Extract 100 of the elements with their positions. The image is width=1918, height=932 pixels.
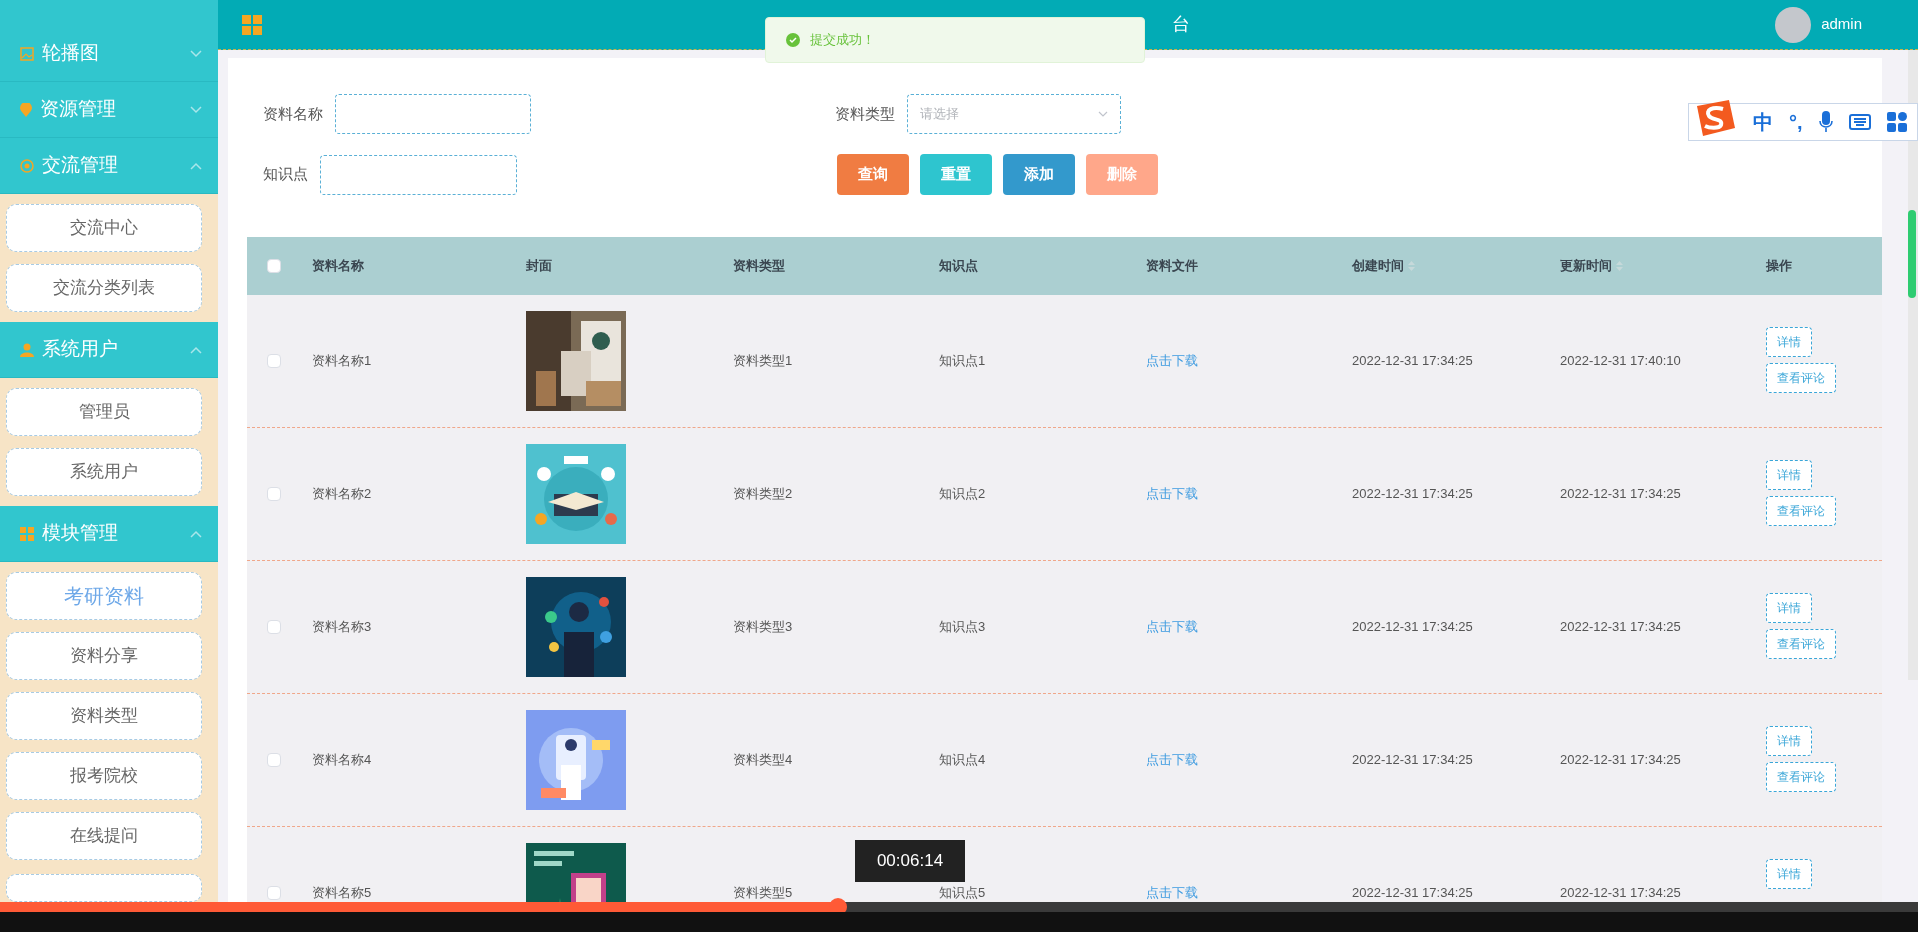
column-header: 创建时间 (1352, 257, 1404, 276)
table-cell: 资料名称2 (312, 486, 372, 502)
column-header: 资料名称 (312, 257, 364, 276)
ime-key[interactable]: 中 (1753, 107, 1773, 137)
sidebar-item[interactable]: 管理员 (6, 388, 202, 436)
checkbox[interactable] (266, 487, 281, 501)
grid-icon (20, 526, 34, 541)
avatar[interactable] (1775, 6, 1812, 43)
field-label: 知识点 (263, 164, 308, 185)
sidebar-section[interactable]: 模块管理 (0, 506, 218, 562)
comments-button[interactable]: 查看评论 (1766, 363, 1836, 393)
detail-button[interactable]: 详情 (1766, 327, 1812, 357)
sidebar-item[interactable]: 资料类型 (6, 692, 202, 740)
sidebar-section[interactable]: 交流管理 (0, 138, 218, 194)
table-cell: 2022-12-31 17:34:25 (1352, 619, 1473, 635)
detail-button[interactable]: 详情 (1766, 593, 1812, 623)
sidebar-item[interactable]: 交流中心 (6, 204, 202, 252)
name-input[interactable] (335, 94, 531, 134)
check-circle-icon (786, 33, 800, 47)
field-label: 资料类型 (835, 103, 895, 124)
table-cell: 2022-12-31 17:34:25 (1352, 353, 1473, 369)
comments-button[interactable]: 查看评论 (1766, 629, 1836, 659)
sort-icon[interactable] (1616, 260, 1623, 272)
user-icon (20, 342, 34, 357)
reset-button[interactable]: 重置 (920, 154, 992, 195)
table-cell: 知识点4 (939, 752, 986, 768)
checkbox[interactable] (266, 620, 281, 634)
table-cell: 2022-12-31 17:34:25 (1560, 752, 1681, 768)
table-cell: 2022-12-31 17:34:25 (1352, 752, 1473, 768)
table-cell: 2022-12-31 17:34:25 (1352, 486, 1473, 502)
checkbox[interactable] (266, 886, 281, 900)
sidebar-item[interactable]: 报考院校 (6, 752, 202, 800)
table-cell: 资料类型3 (733, 619, 793, 635)
delete-button[interactable]: 删除 (1086, 154, 1158, 195)
comments-button[interactable]: 查看评论 (1766, 496, 1836, 526)
sidebar-item[interactable]: 在线提问 (6, 812, 202, 860)
chevron-down-icon (1098, 111, 1108, 117)
sidebar-section[interactable]: 资源管理 (0, 82, 218, 138)
section-label: 系统用户 (42, 337, 118, 362)
table-cell: 知识点1 (939, 353, 986, 369)
time-tooltip: 00:06:14 (855, 840, 965, 882)
sidebar-item[interactable] (6, 874, 202, 902)
type-select[interactable]: 请选择 (907, 94, 1121, 134)
table-cell: 资料类型4 (733, 752, 793, 768)
comments-button[interactable]: 查看评论 (1766, 762, 1836, 792)
table-cell: 资料名称5 (312, 885, 372, 901)
page-title: 台 (1172, 13, 1190, 36)
table-cell: 知识点3 (939, 619, 986, 635)
sort-icon[interactable] (1408, 260, 1415, 272)
table-cell: 2022-12-31 17:34:25 (1352, 885, 1473, 901)
table-cell: 资料类型5 (733, 885, 793, 901)
checkbox[interactable] (266, 354, 281, 368)
table-cell: 2022-12-31 17:34:25 (1560, 619, 1681, 635)
detail-button[interactable]: 详情 (1766, 859, 1812, 889)
download-link[interactable]: 点击下载 (1146, 619, 1198, 635)
column-header: 资料文件 (1146, 257, 1198, 276)
download-link[interactable]: 点击下载 (1146, 486, 1198, 502)
column-header: 操作 (1766, 257, 1792, 276)
column-header: 资料类型 (733, 257, 785, 276)
table-cell: 2022-12-31 17:34:25 (1560, 486, 1681, 502)
table-cell: 资料名称3 (312, 619, 372, 635)
table-cell: 资料名称4 (312, 752, 372, 768)
add-button[interactable]: 添加 (1003, 154, 1075, 195)
select-placeholder: 请选择 (920, 105, 959, 124)
query-button[interactable]: 查询 (837, 154, 909, 195)
checkbox[interactable] (266, 259, 281, 273)
image-icon (20, 46, 34, 61)
table-cell: 2022-12-31 17:34:25 (1560, 885, 1681, 901)
point-input[interactable] (320, 154, 517, 195)
toast-message: 提交成功！ (810, 31, 875, 50)
detail-button[interactable]: 详情 (1766, 726, 1812, 756)
ime-key[interactable]: °, (1789, 107, 1803, 137)
download-link[interactable]: 点击下载 (1146, 885, 1198, 901)
sidebar-item[interactable]: 考研资料 (6, 572, 202, 620)
sidebar-item[interactable]: 系统用户 (6, 448, 202, 496)
pin-icon (20, 102, 32, 117)
username[interactable]: admin (1821, 13, 1862, 36)
section-label: 轮播图 (42, 41, 99, 66)
checkbox[interactable] (266, 753, 281, 767)
table-cell: 资料类型2 (733, 486, 793, 502)
table-cell: 知识点2 (939, 486, 986, 502)
keyboard-icon[interactable] (1848, 114, 1871, 130)
column-header: 知识点 (939, 257, 978, 276)
grid-icon[interactable] (242, 14, 262, 35)
table-cell: 资料类型1 (733, 353, 793, 369)
field-label: 资料名称 (263, 103, 323, 124)
apps-icon[interactable] (1886, 112, 1907, 132)
table-cell: 2022-12-31 17:40:10 (1560, 353, 1681, 369)
download-link[interactable]: 点击下载 (1146, 353, 1198, 369)
sidebar-item[interactable]: 交流分类列表 (6, 264, 202, 312)
sidebar-section[interactable]: 系统用户 (0, 322, 218, 378)
detail-button[interactable]: 详情 (1766, 460, 1812, 490)
circle-icon (20, 158, 34, 173)
sidebar-section[interactable]: 轮播图 (0, 26, 218, 82)
section-label: 模块管理 (42, 521, 118, 546)
section-label: 交流管理 (42, 153, 118, 178)
table-cell: 知识点5 (939, 885, 986, 901)
microphone-icon[interactable] (1818, 111, 1833, 133)
sidebar-item[interactable]: 资料分享 (6, 632, 202, 680)
download-link[interactable]: 点击下载 (1146, 752, 1198, 768)
